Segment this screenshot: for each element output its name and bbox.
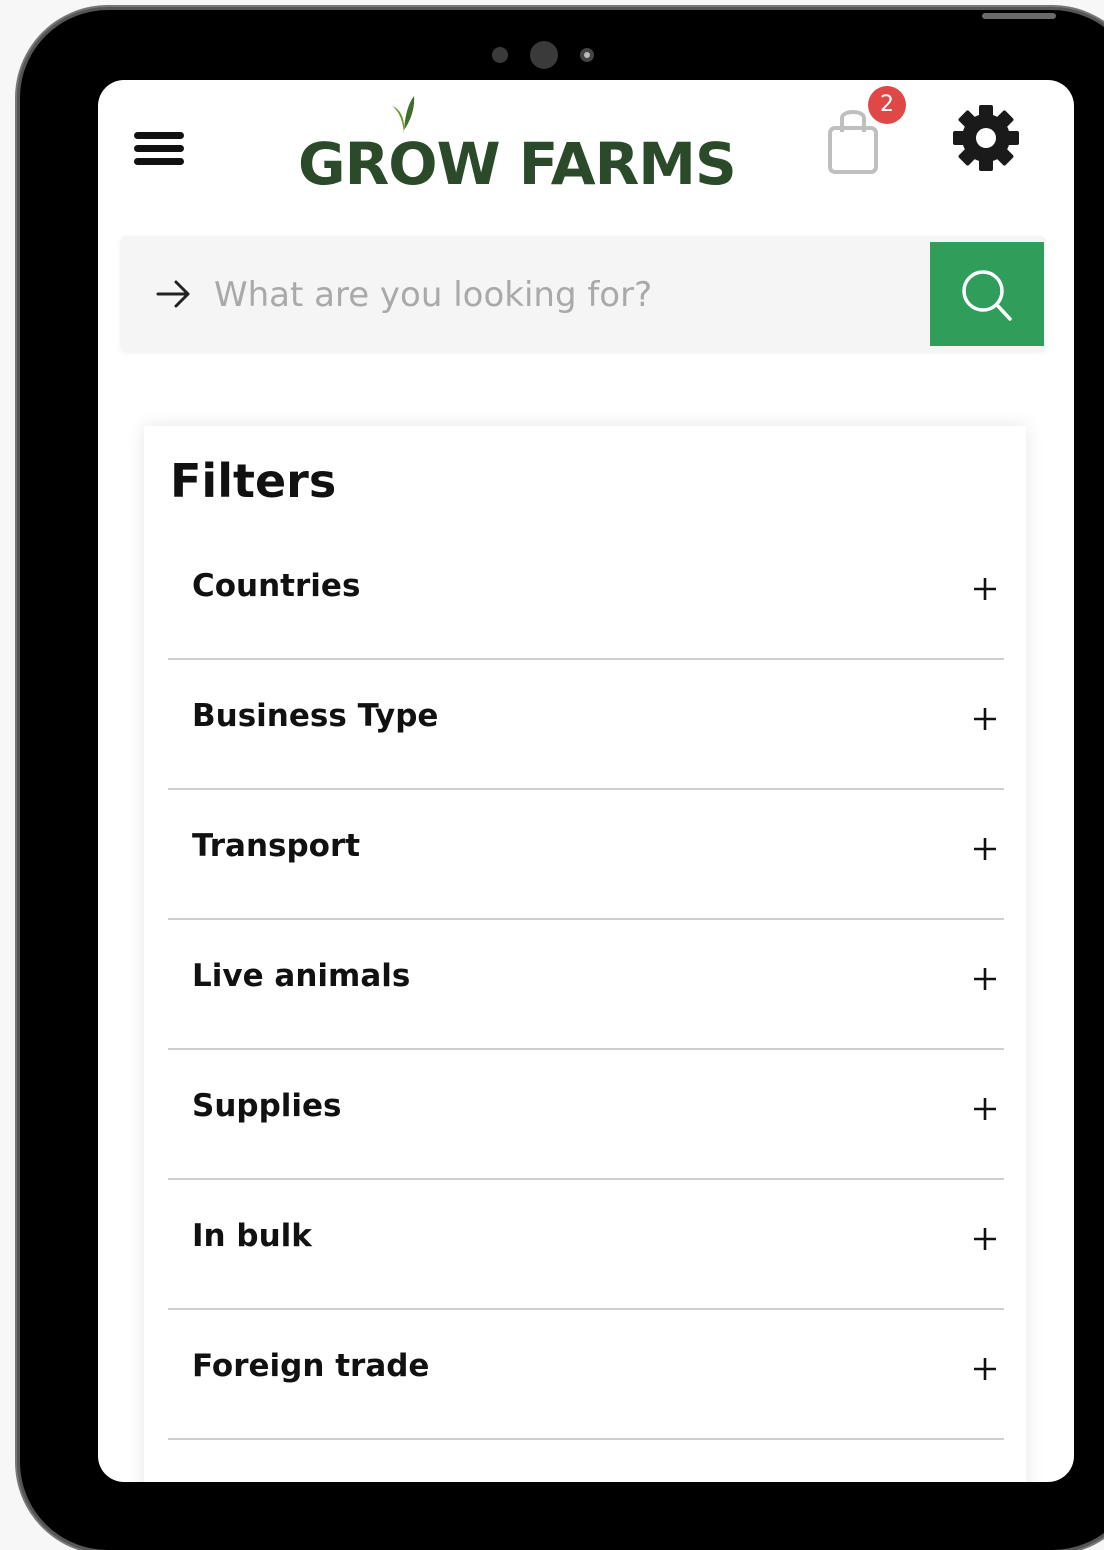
filter-label: In bulk — [192, 1218, 312, 1254]
filter-label: Foreign trade — [192, 1348, 430, 1384]
logo-text: GROW FARMS — [298, 130, 737, 198]
app-screen: GROW FARMS 2 What are you looking for? F… — [98, 80, 1074, 1482]
filter-row-in-bulk[interactable]: In bulk — [168, 1178, 1004, 1310]
filters-title: Filters — [170, 454, 337, 508]
filter-label: Countries — [192, 568, 361, 604]
hamburger-menu-icon[interactable] — [134, 130, 184, 168]
plus-icon[interactable] — [972, 706, 998, 732]
filter-label: Supplies — [192, 1088, 342, 1124]
filter-label: Live animals — [192, 958, 411, 994]
plus-icon[interactable] — [972, 1226, 998, 1252]
sensor-dot — [580, 48, 594, 62]
camera-bar — [490, 40, 600, 70]
arrow-right-icon[interactable] — [154, 274, 194, 314]
plus-icon[interactable] — [972, 1096, 998, 1122]
filter-row-live-animals[interactable]: Live animals — [168, 918, 1004, 1050]
search-input[interactable] — [212, 264, 916, 326]
filter-row-supplies[interactable]: Supplies — [168, 1048, 1004, 1180]
plus-icon[interactable] — [972, 576, 998, 602]
filter-label: Transport — [192, 828, 361, 864]
app-header: GROW FARMS 2 — [98, 80, 1074, 230]
search-bar — [120, 236, 1046, 352]
tablet-side-button — [982, 13, 1056, 19]
plus-icon[interactable] — [972, 1356, 998, 1382]
tablet-frame: GROW FARMS 2 What are you looking for? F… — [20, 10, 1104, 1550]
filter-row-foreign-trade[interactable]: Foreign trade — [168, 1308, 1004, 1440]
filter-row-transport[interactable]: Transport — [168, 788, 1004, 920]
filter-label: Business Type — [192, 698, 439, 734]
gear-icon — [953, 105, 1019, 171]
filter-row-countries[interactable]: Countries — [168, 528, 1004, 660]
plus-icon[interactable] — [972, 836, 998, 862]
settings-button[interactable] — [950, 102, 1022, 174]
search-icon — [962, 270, 1012, 321]
filter-row-business-type[interactable]: Business Type — [168, 658, 1004, 790]
plus-icon[interactable] — [972, 966, 998, 992]
cart-count-badge: 2 — [868, 86, 906, 124]
filters-panel: Filters Countries Business Type Transpor… — [144, 426, 1026, 1482]
sensor-dot — [492, 47, 508, 63]
search-button[interactable] — [930, 242, 1044, 346]
logo: GROW FARMS — [298, 96, 737, 200]
camera-lens — [530, 41, 558, 69]
